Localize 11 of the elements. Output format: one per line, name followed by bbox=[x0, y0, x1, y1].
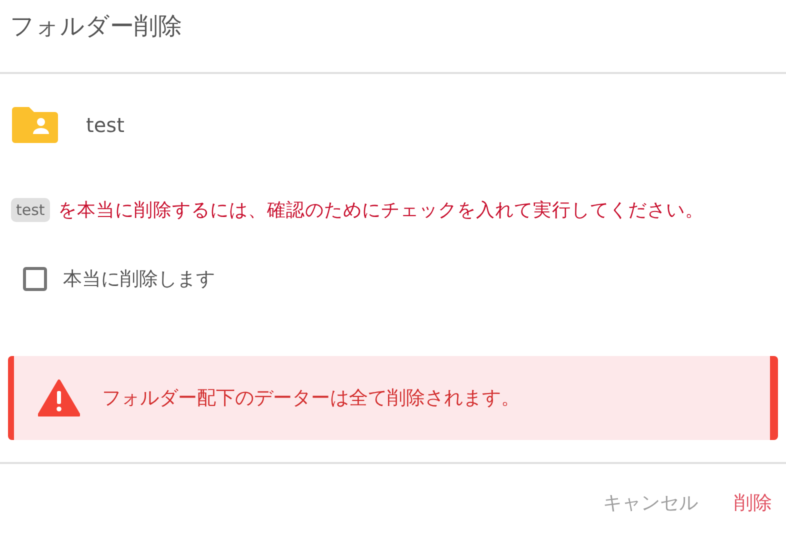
folder-tag: test bbox=[11, 198, 50, 222]
warning-icon bbox=[38, 379, 80, 417]
folder-name: test bbox=[86, 113, 124, 137]
checkbox[interactable] bbox=[23, 267, 47, 291]
folder-person-icon bbox=[12, 107, 58, 143]
dialog-title: フォルダー削除 bbox=[9, 11, 183, 42]
dialog-button[interactable]: 削除 bbox=[730, 488, 776, 518]
confirm-message: を本当に削除するには、確認のためにチェックを入れて実行してください。 bbox=[58, 199, 704, 222]
checkbox-label: 本当に削除します bbox=[63, 267, 215, 292]
dialog-button[interactable]: キャンセル bbox=[599, 488, 702, 518]
alert-message: フォルダー配下のデーターは全て削除されます。 bbox=[102, 386, 520, 411]
